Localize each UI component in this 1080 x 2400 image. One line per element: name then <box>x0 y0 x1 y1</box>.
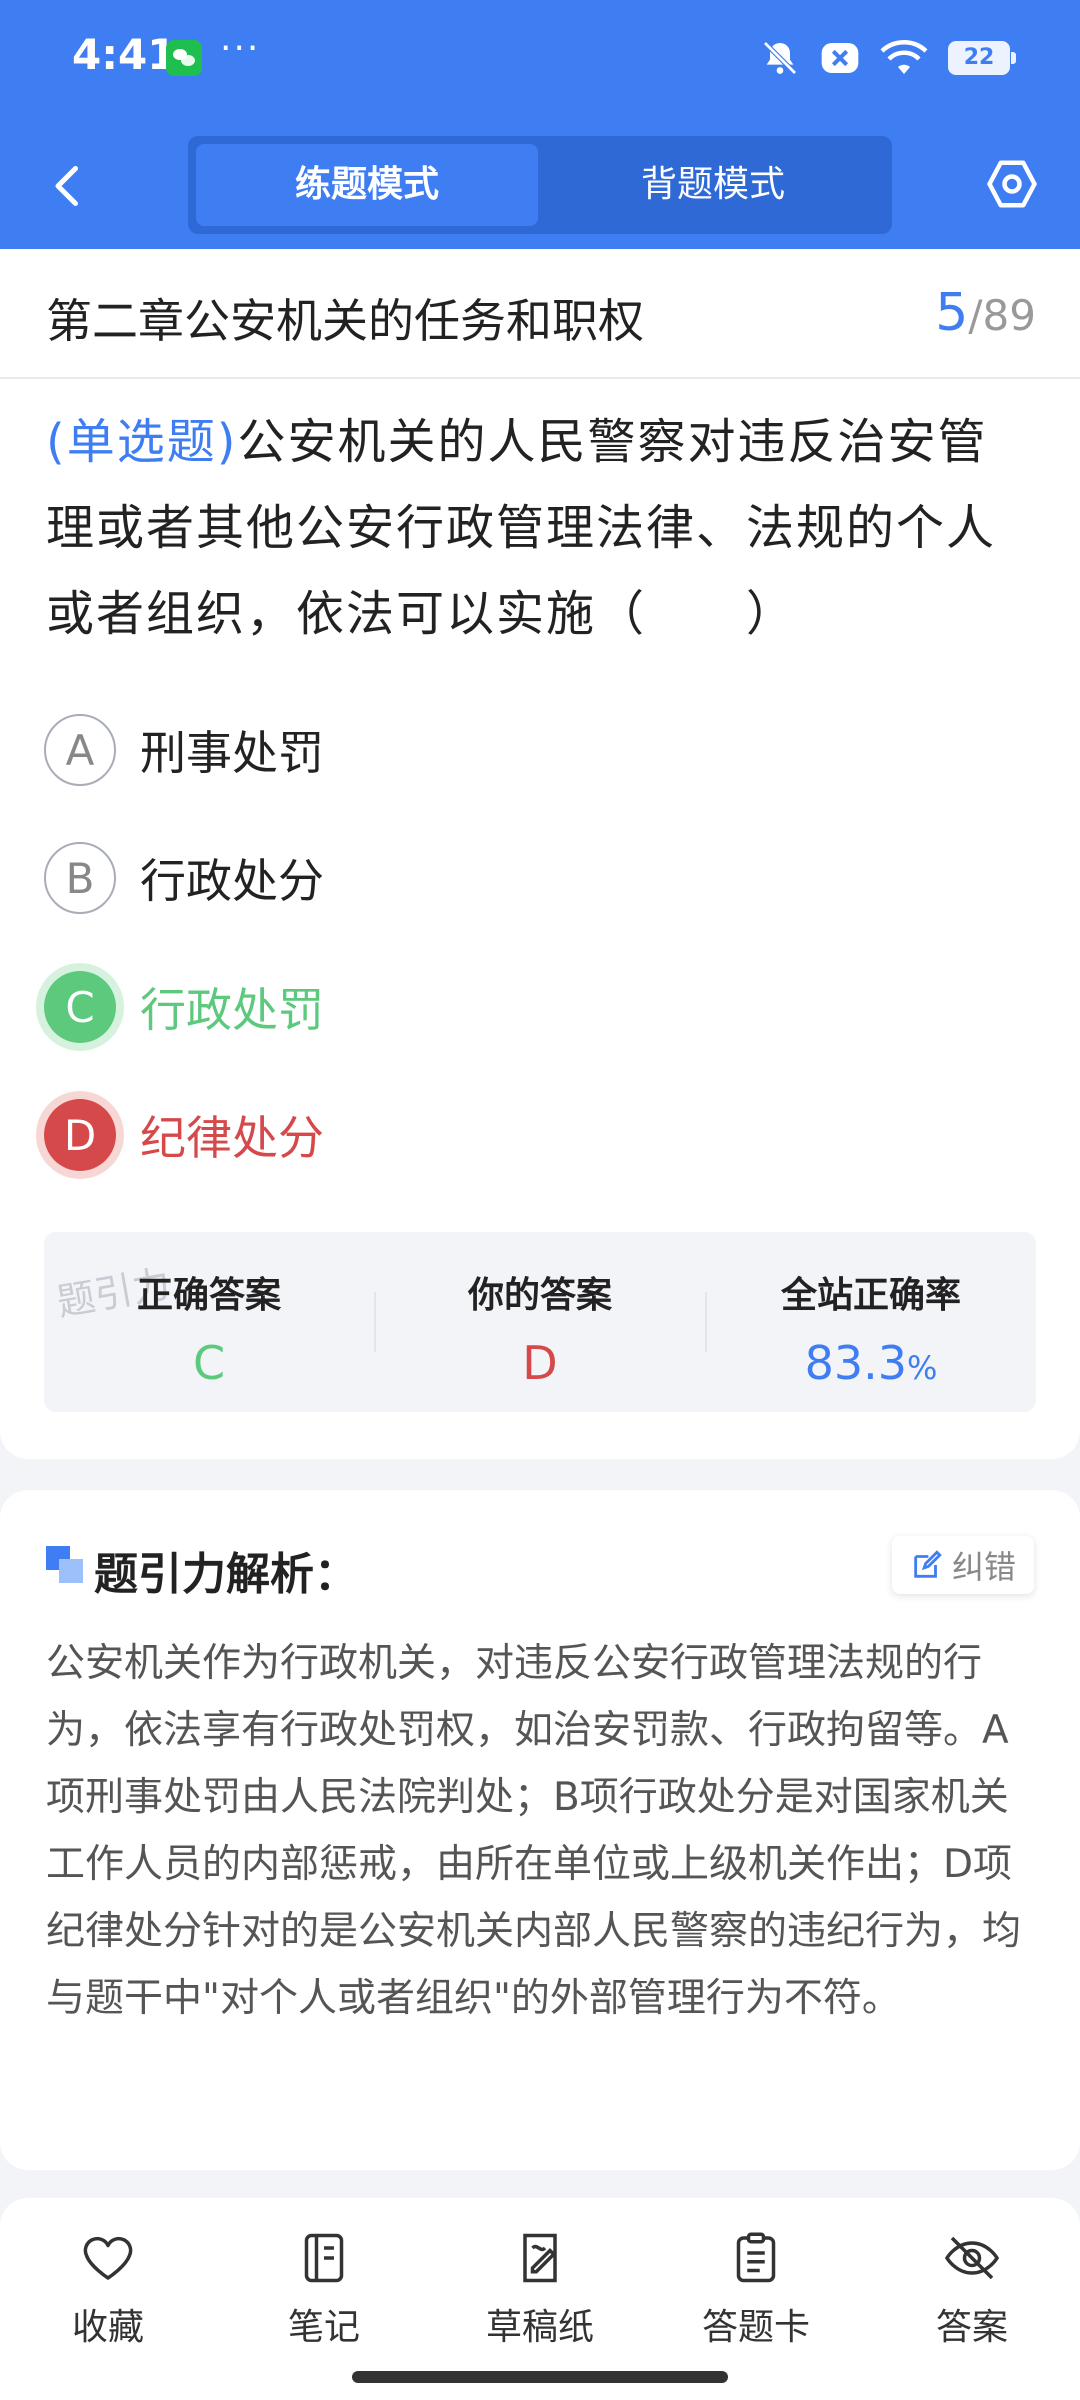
option-letter: A <box>44 714 116 786</box>
notes-label: 笔记 <box>287 2307 360 2348</box>
edit-icon <box>914 1550 942 1578</box>
option-c[interactable]: C 行政处罚 <box>44 969 324 1045</box>
tab-practice-mode[interactable]: 练题模式 <box>196 144 538 226</box>
answer-card-label: 答题卡 <box>701 2307 810 2348</box>
heart-icon <box>83 2236 133 2280</box>
eye-off-icon <box>944 2236 1000 2280</box>
option-letter: C <box>44 971 116 1043</box>
scratch-paper-label: 草稿纸 <box>485 2307 594 2348</box>
analysis-text: 公安机关作为行政机关，对违反公安行政管理法规的行为，依法享有行政处罚权，如治安罚… <box>46 1641 1022 2021</box>
option-text: 刑事处罚 <box>140 726 324 780</box>
chapter-title: 第二章公安机关的任务和职权 <box>46 294 644 348</box>
squares-icon <box>46 1546 84 1584</box>
favorite-button[interactable]: 收藏 <box>28 2228 188 2350</box>
accuracy-number: 83.3 <box>804 1336 907 1390</box>
accuracy-unit: % <box>907 1349 938 1387</box>
option-letter: B <box>44 842 116 914</box>
favorite-label: 收藏 <box>71 2307 144 2348</box>
answer-card-button[interactable]: 答题卡 <box>676 2228 836 2350</box>
show-answer-label: 答案 <box>935 2307 1008 2348</box>
correct-answer: 正确答案 C <box>44 1232 374 1412</box>
your-answer: 你的答案 D <box>375 1232 705 1412</box>
site-accuracy: 全站正确率 83.3% <box>706 1232 1036 1412</box>
mute-bell-icon <box>760 38 800 78</box>
option-letter: D <box>44 1099 116 1171</box>
more-notifications-icon: ··· <box>220 28 261 69</box>
report-error-label: 纠错 <box>951 1548 1016 1586</box>
draft-pen-icon <box>523 2233 557 2283</box>
bottom-toolbar: 收藏 笔记 草稿纸 答题卡 答案 <box>0 2198 1080 2400</box>
analysis-card: 题引力解析： 纠错 公安机关作为行政机关，对违反公安行政管理法规的行为，依法享有… <box>0 1490 1080 2170</box>
app-header: 4:41 ··· 22 练题模式 背题模式 <box>0 0 1080 249</box>
chapter-header: 第二章公安机关的任务和职权 5/89 <box>0 249 1080 379</box>
back-button[interactable] <box>38 156 98 216</box>
correct-answer-label: 正确答案 <box>136 1275 281 1316</box>
progress-separator: / <box>968 291 983 340</box>
progress-total: 89 <box>982 291 1036 340</box>
settings-button[interactable] <box>982 154 1042 214</box>
site-accuracy-value: 83.3% <box>706 1336 1036 1390</box>
your-answer-label: 你的答案 <box>467 1275 612 1316</box>
option-b[interactable]: B 行政处分 <box>44 840 324 916</box>
home-indicator[interactable] <box>352 2371 728 2383</box>
top-nav: 练题模式 背题模式 <box>0 130 1080 240</box>
question-card: 第二章公安机关的任务和职权 5/89 (单选题)公安机关的人民警察对违反治安管理… <box>0 249 1080 1459</box>
status-time: 4:41 <box>72 30 177 79</box>
option-text: 纪律处分 <box>140 1111 324 1165</box>
chevron-left-icon <box>55 166 78 206</box>
option-d[interactable]: D 纪律处分 <box>44 1097 324 1173</box>
wechat-icon <box>166 40 202 76</box>
question-type: (单选题) <box>46 414 238 470</box>
wifi-icon <box>880 38 928 78</box>
answer-summary: 题引力 正确答案 C 你的答案 D 全站正确率 83.3% <box>44 1232 1036 1412</box>
option-text: 行政处罚 <box>140 983 324 1037</box>
option-text: 行政处分 <box>140 854 324 908</box>
question-progress: 5/89 <box>935 283 1036 343</box>
progress-current: 5 <box>935 283 969 343</box>
your-answer-value: D <box>522 1336 558 1390</box>
question-stem: (单选题)公安机关的人民警察对违反治安管理或者其他公安行政管理法律、法规的个人或… <box>46 399 1036 657</box>
gear-hexagon-icon <box>987 160 1037 208</box>
tab-memorize-mode[interactable]: 背题模式 <box>542 144 884 226</box>
status-bar: 4:41 ··· 22 <box>0 0 1080 120</box>
notebook-icon <box>304 2233 344 2283</box>
battery-indicator: 22 <box>948 41 1016 75</box>
clipboard-icon <box>736 2232 776 2283</box>
show-answer-button[interactable]: 答案 <box>892 2228 1052 2350</box>
correct-answer-value: C <box>192 1336 226 1390</box>
scratch-paper-button[interactable]: 草稿纸 <box>460 2228 620 2350</box>
app-notification-icon <box>820 38 860 78</box>
analysis-title: 题引力解析： <box>94 1549 358 1600</box>
option-a[interactable]: A 刑事处罚 <box>44 712 324 788</box>
status-icons: 22 <box>760 36 1016 80</box>
mode-switch: 练题模式 背题模式 <box>188 136 892 234</box>
report-error-button[interactable]: 纠错 <box>891 1536 1034 1594</box>
notes-button[interactable]: 笔记 <box>244 2228 404 2350</box>
site-accuracy-label: 全站正确率 <box>780 1275 961 1316</box>
